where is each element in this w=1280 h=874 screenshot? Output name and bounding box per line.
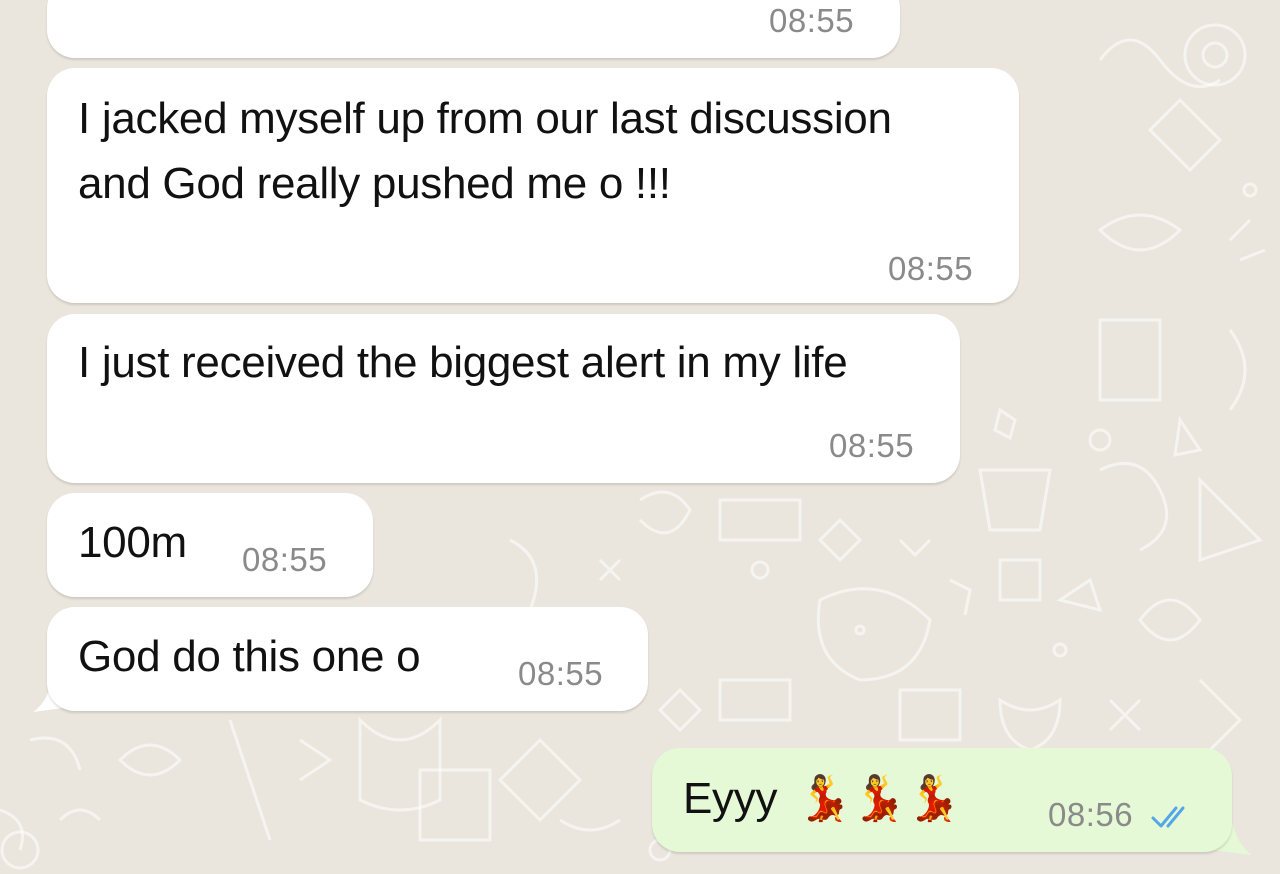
double-check-icon	[1151, 806, 1185, 828]
message-timestamp: 08:55	[518, 655, 604, 692]
message-text: I jacked myself up from our last discuss…	[78, 94, 892, 208]
message-text: God do this one o	[78, 632, 421, 681]
message-timestamp: 08:55	[769, 2, 855, 39]
message-bubble-outgoing[interactable]: Eyyy 💃💃💃 08:56	[652, 748, 1232, 852]
message-text: 100m	[78, 518, 187, 567]
message-text-content: Eyyy	[683, 774, 778, 823]
message-bubble-incoming[interactable]: God do this one o 08:55	[47, 607, 648, 711]
message-timestamp: 08:55	[888, 250, 974, 287]
message-timestamp: 08:55	[829, 427, 915, 464]
message-bubble-incoming[interactable]: I just received the biggest alert in my …	[47, 314, 960, 483]
message-timestamp: 08:56	[1048, 796, 1134, 833]
message-bubble-incoming[interactable]: 08:55	[47, 0, 900, 58]
message-bubble-incoming[interactable]: I jacked myself up from our last discuss…	[47, 68, 1019, 303]
message-bubble-incoming[interactable]: 100m 08:55	[47, 493, 373, 597]
message-text: I just received the biggest alert in my …	[78, 338, 848, 387]
dancing-woman-emoji: 💃💃💃	[797, 773, 961, 824]
message-text: Eyyy 💃💃💃	[683, 766, 961, 831]
message-timestamp: 08:55	[242, 541, 328, 578]
